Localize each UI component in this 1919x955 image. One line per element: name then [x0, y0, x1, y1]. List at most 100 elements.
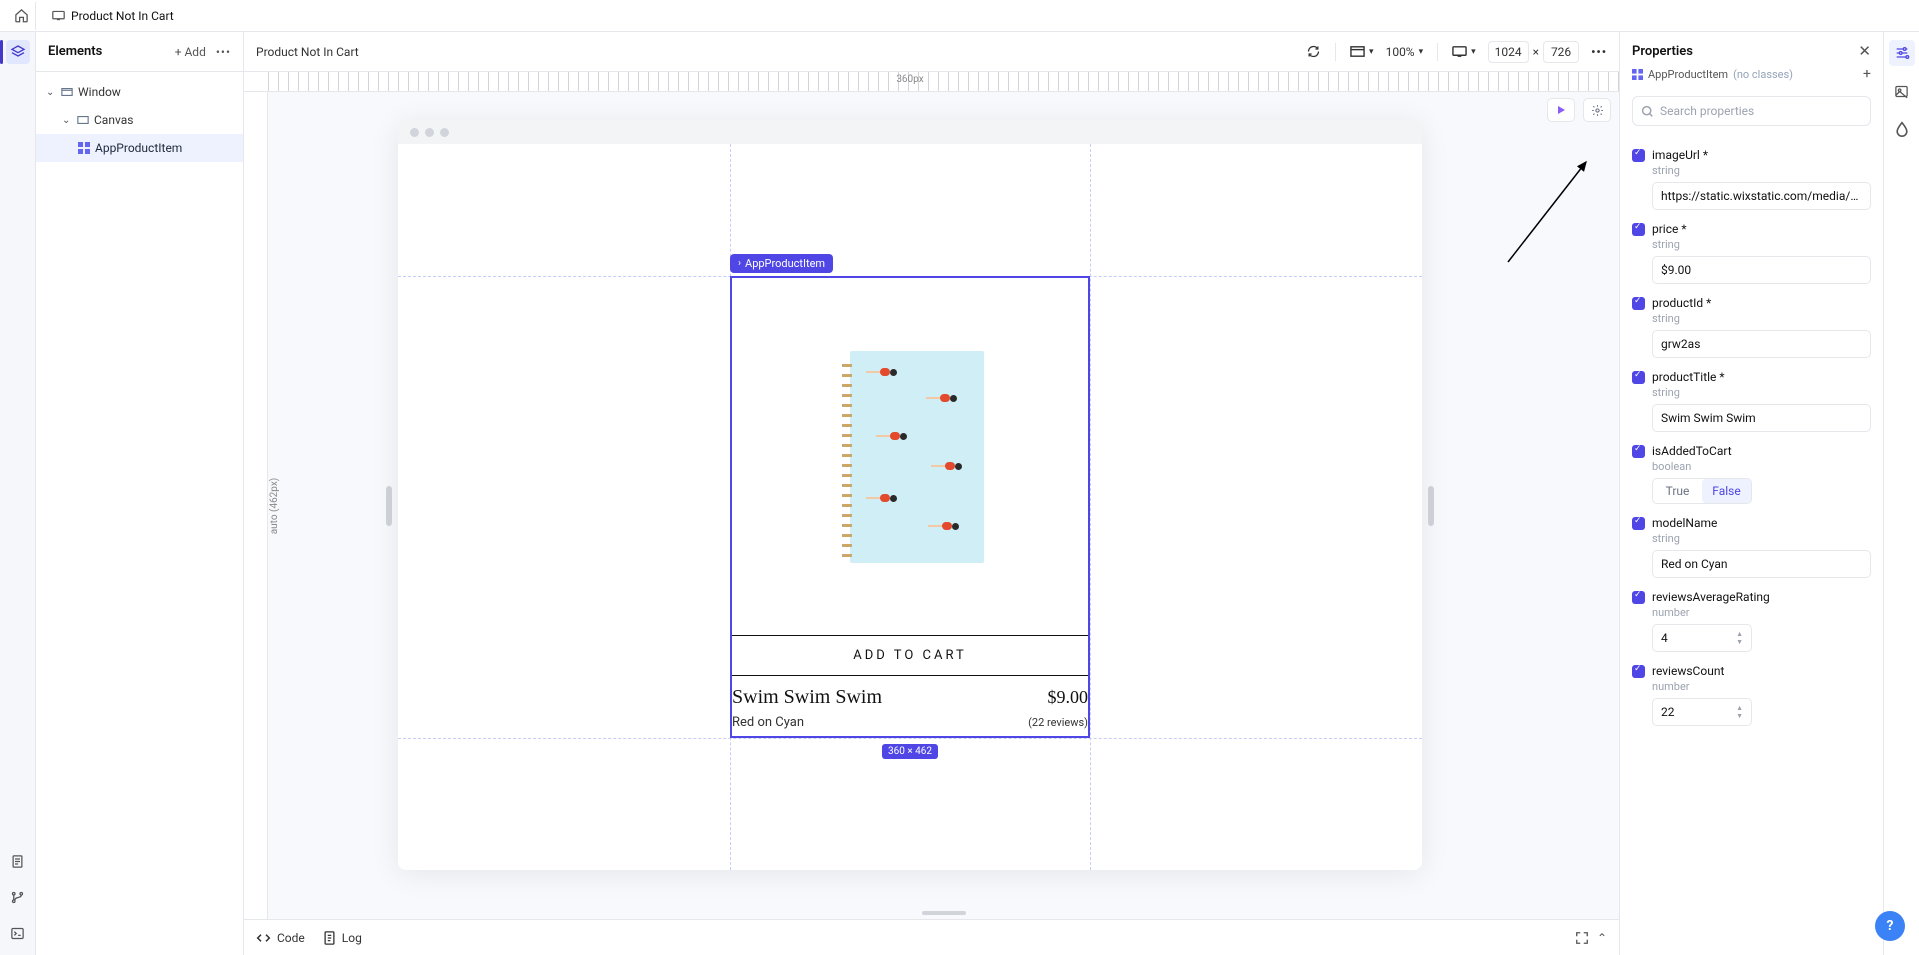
- toggle-true[interactable]: True: [1653, 479, 1702, 503]
- screen-icon: [52, 10, 65, 21]
- toggle-false[interactable]: False: [1702, 479, 1751, 503]
- ruler-vertical: auto (462px): [244, 92, 268, 919]
- dimensions-badge: 360 × 462: [882, 744, 938, 759]
- layers-rail-button[interactable]: [6, 40, 30, 64]
- prop-checkbox[interactable]: [1632, 149, 1645, 162]
- tree-node-component[interactable]: AppProductItem: [36, 134, 243, 162]
- page-tab[interactable]: Product Not In Cart: [46, 9, 180, 23]
- tree-node-window[interactable]: ⌄ Window: [36, 78, 243, 106]
- add-to-cart-button[interactable]: ADD TO CART: [732, 635, 1088, 676]
- log-label: Log: [342, 931, 362, 945]
- prop-input[interactable]: $9.00: [1652, 256, 1871, 284]
- properties-rail-button[interactable]: [1889, 40, 1915, 66]
- top-bar: Product Not In Cart: [0, 0, 1919, 32]
- layers-icon: [10, 44, 26, 60]
- selection-badge[interactable]: › AppProductItem: [730, 254, 833, 273]
- toolbar-more-button[interactable]: •••: [1591, 45, 1607, 59]
- chevron-up-button[interactable]: ⌃: [1597, 931, 1607, 945]
- home-button[interactable]: [8, 2, 36, 30]
- prop-reviewsaveragerating: reviewsAverageRating number 4▲▼: [1632, 590, 1871, 652]
- component-icon: [78, 142, 90, 154]
- prop-checkbox[interactable]: [1632, 223, 1645, 236]
- prop-number-input[interactable]: 4▲▼: [1652, 624, 1752, 652]
- refresh-button[interactable]: [1306, 44, 1321, 59]
- product-reviews: (22 reviews): [1028, 716, 1088, 729]
- code-tab[interactable]: Code: [256, 931, 305, 945]
- add-button[interactable]: + Add: [175, 45, 206, 59]
- prop-checkbox[interactable]: [1632, 371, 1645, 384]
- prop-input[interactable]: Red on Cyan: [1652, 550, 1871, 578]
- code-icon: [256, 932, 271, 944]
- settings-button[interactable]: [1583, 98, 1611, 122]
- prop-checkbox[interactable]: [1632, 517, 1645, 530]
- prop-input[interactable]: grw2as: [1652, 330, 1871, 358]
- product-info: Swim Swim Swim $9.00 Red on Cyan (22 rev…: [732, 676, 1088, 736]
- help-button[interactable]: ?: [1875, 911, 1905, 941]
- ruler-h-center-label: 360px: [896, 74, 923, 85]
- expand-icon: [1575, 931, 1589, 945]
- device-dropdown[interactable]: ▾: [1452, 45, 1476, 58]
- prop-input[interactable]: https://static.wixstatic.com/media/d759l: [1652, 182, 1871, 210]
- preview-window: › AppProductItem: [398, 120, 1422, 870]
- gear-icon: [1591, 104, 1604, 117]
- terminal-rail-button[interactable]: [6, 921, 30, 945]
- prop-number-input[interactable]: 22 ▲▼: [1652, 698, 1752, 726]
- bottom-drag-handle[interactable]: [922, 911, 966, 915]
- number-stepper[interactable]: ▲▼: [1736, 705, 1743, 720]
- prop-checkbox[interactable]: [1632, 297, 1645, 310]
- panel-title: Properties: [1632, 44, 1693, 59]
- zoom-dropdown[interactable]: 100% ▾: [1386, 45, 1424, 59]
- properties-search-input[interactable]: Search properties: [1632, 96, 1871, 126]
- prop-checkbox[interactable]: [1632, 591, 1645, 604]
- resize-handle-left[interactable]: [386, 486, 392, 526]
- selection-box[interactable]: ADD TO CART Swim Swim Swim $9.00 Red on …: [730, 276, 1090, 738]
- tree-label: AppProductItem: [95, 141, 182, 155]
- prop-value: Swim Swim Swim: [1661, 411, 1756, 425]
- styles-rail-button[interactable]: [1889, 78, 1915, 104]
- refresh-icon: [1306, 44, 1321, 59]
- breadcrumb: Product Not In Cart: [256, 45, 359, 59]
- selection-badge-label: AppProductItem: [745, 257, 825, 270]
- prop-checkbox[interactable]: [1632, 665, 1645, 678]
- docs-rail-button[interactable]: [6, 849, 30, 873]
- log-icon: [323, 931, 336, 945]
- left-rail: [0, 32, 36, 955]
- prop-type: number: [1652, 680, 1871, 693]
- prop-type: boolean: [1652, 460, 1871, 473]
- sidebar-more-button[interactable]: •••: [216, 45, 231, 59]
- data-rail-button[interactable]: [1889, 116, 1915, 142]
- device-icon: [1452, 45, 1467, 58]
- viewport-width-input[interactable]: 1024: [1488, 41, 1529, 63]
- layout-icon: [1350, 45, 1365, 58]
- chevron-down-icon: ▾: [1369, 47, 1374, 57]
- tree-node-canvas[interactable]: ⌄ Canvas: [36, 106, 243, 134]
- prop-label: reviewsCount: [1652, 664, 1724, 678]
- number-stepper[interactable]: ▲▼: [1736, 631, 1743, 646]
- guide-horizontal: [398, 738, 1422, 739]
- product-model: Red on Cyan: [732, 715, 804, 730]
- panel-close-button[interactable]: ✕: [1858, 42, 1871, 60]
- viewport-height-input[interactable]: 726: [1543, 41, 1579, 63]
- prop-value: 22: [1661, 705, 1675, 719]
- play-button[interactable]: [1547, 98, 1575, 122]
- prop-type: string: [1652, 312, 1871, 325]
- expand-button[interactable]: [1575, 931, 1589, 945]
- prop-value: grw2as: [1661, 337, 1700, 351]
- prop-boolean-toggle[interactable]: True False: [1652, 478, 1752, 504]
- chevron-right-icon: ›: [738, 258, 741, 269]
- zoom-value: 100%: [1386, 45, 1415, 59]
- traffic-light-close: [410, 128, 419, 137]
- log-tab[interactable]: Log: [323, 931, 362, 945]
- branch-rail-button[interactable]: [6, 885, 30, 909]
- tree-label: Canvas: [94, 113, 133, 127]
- resize-handle-right[interactable]: [1428, 486, 1434, 526]
- sidebar-header: Elements + Add •••: [36, 32, 243, 72]
- prop-modelname: modelName string Red on Cyan: [1632, 516, 1871, 578]
- prop-label: productTitle *: [1652, 370, 1725, 384]
- prop-checkbox[interactable]: [1632, 445, 1645, 458]
- layout-mode-button[interactable]: ▾: [1350, 45, 1374, 58]
- prop-type: string: [1652, 532, 1871, 545]
- add-class-button[interactable]: +: [1863, 66, 1871, 82]
- prop-input[interactable]: Swim Swim Swim: [1652, 404, 1871, 432]
- canvas-area[interactable]: › AppProductItem: [268, 92, 1619, 919]
